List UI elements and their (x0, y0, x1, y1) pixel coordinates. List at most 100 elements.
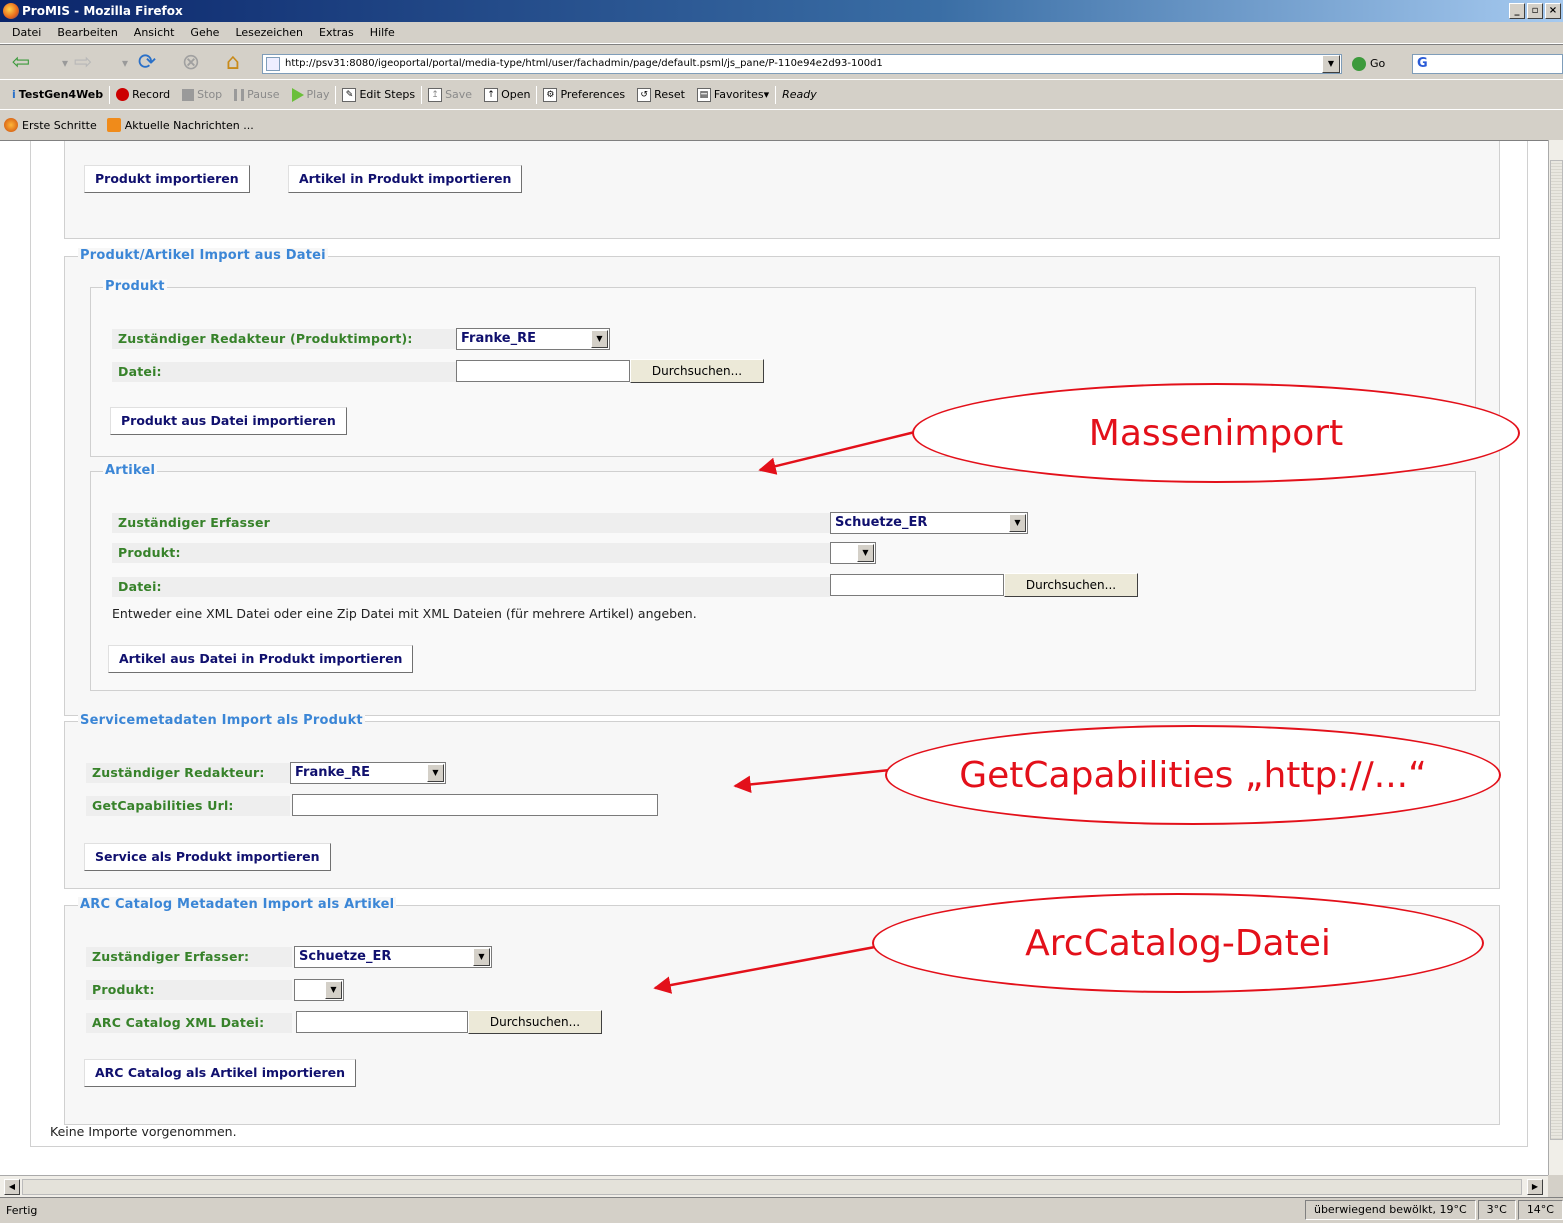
artikel-datei-input[interactable] (830, 574, 1004, 596)
page-content: Produkt importieren Artikel in Produkt i… (0, 140, 1548, 1175)
record-label: Record (132, 88, 171, 101)
scroll-left-icon[interactable]: ◀ (4, 1179, 20, 1195)
stop-square-icon (182, 88, 195, 101)
firefox-logo-icon (3, 3, 19, 19)
testgen-title: i TestGen4Web (6, 88, 109, 101)
go-button[interactable]: Go (1352, 55, 1385, 73)
menu-bearbeiten[interactable]: Bearbeiten (49, 26, 125, 39)
service-redakteur-select[interactable]: Franke_RE ▼ (290, 762, 446, 784)
menu-lesezeichen[interactable]: Lesezeichen (227, 26, 311, 39)
stop-button[interactable]: Stop (176, 88, 228, 101)
weather-temp-3[interactable]: 14°C (1517, 1200, 1563, 1220)
produkt-legend: Produkt (103, 279, 167, 295)
close-button[interactable]: × (1545, 3, 1561, 19)
arc-als-artikel-importieren-button[interactable]: ARC Catalog als Artikel importieren (84, 1059, 357, 1087)
select-value: Schuetze_ER (835, 515, 928, 530)
arc-erfasser-select[interactable]: Schuetze_ER ▼ (294, 946, 492, 968)
scrollbar-thumb[interactable] (1550, 160, 1563, 1140)
vertical-scrollbar[interactable] (1548, 140, 1563, 1175)
favorites-button[interactable]: ▤ Favorites▾ (691, 87, 775, 102)
produkt-datei-input[interactable] (456, 360, 630, 382)
status-bar: Fertig überwiegend bewölkt, 19°C 3°C 14°… (0, 1197, 1563, 1223)
arc-produkt-select[interactable]: ▼ (294, 979, 344, 1001)
getcapabilities-url-input[interactable] (292, 794, 658, 816)
produkt-durchsuchen-button[interactable]: Durchsuchen... (630, 359, 764, 383)
preferences-button[interactable]: ⚙ Preferences (537, 87, 631, 102)
chevron-down-icon: ▼ (857, 544, 874, 562)
save-icon: ↥ (428, 87, 443, 102)
maximize-button[interactable]: ▫ (1527, 3, 1543, 19)
artikel-hint-text: Entweder eine XML Datei oder eine Zip Da… (112, 606, 697, 621)
produkt-importieren-button[interactable]: Produkt importieren (84, 165, 250, 193)
horizontal-scrollbar[interactable]: ◀ ▶ (0, 1175, 1548, 1197)
open-label: Open (501, 88, 531, 101)
pause-button[interactable]: Pause (228, 88, 285, 101)
artikel-legend: Artikel (103, 463, 158, 479)
navigation-toolbar: ⇦ ▾ ⇨ ▾ ⟳ ⊗ ⌂ http://psv31:8080/igeoport… (0, 44, 1563, 80)
produkt-redakteur-select[interactable]: Franke_RE ▼ (456, 328, 610, 350)
arc-datei-label: ARC Catalog XML Datei: (86, 1013, 292, 1033)
scroll-right-icon[interactable]: ▶ (1527, 1179, 1543, 1195)
minimize-button[interactable]: _ (1509, 3, 1525, 19)
menu-datei[interactable]: Datei (4, 26, 49, 39)
menu-bar: Datei Bearbeiten Ansicht Gehe Lesezeiche… (0, 22, 1563, 44)
testgen-toolbar: i TestGen4Web Record Stop Pause Play ✎ Edi… (0, 80, 1563, 110)
menu-gehe[interactable]: Gehe (182, 26, 227, 39)
bookmark-erste-schritte[interactable]: Erste Schritte (4, 118, 97, 132)
arc-produkt-label: Produkt: (86, 980, 292, 1000)
getcapabilities-url-label: GetCapabilities Url: (86, 796, 290, 816)
stop-icon[interactable]: ⊗ (178, 50, 204, 76)
status-message: Keine Importe vorgenommen. (50, 1124, 237, 1139)
rss-icon (106, 118, 121, 132)
record-icon (116, 88, 130, 101)
page-icon (266, 57, 280, 71)
testgen-status: Ready (782, 88, 817, 101)
save-button[interactable]: ↥ Save (422, 87, 478, 102)
play-button[interactable]: Play (286, 87, 336, 102)
chevron-down-icon: ▼ (591, 330, 608, 348)
status-panels: überwiegend bewölkt, 19°C 3°C 14°C (1303, 1200, 1563, 1220)
go-icon (1352, 57, 1366, 71)
pause-icon (234, 88, 245, 101)
back-icon[interactable]: ⇦ (8, 50, 34, 76)
favorites-label: Favorites▾ (713, 88, 770, 101)
edit-steps-label: Edit Steps (359, 88, 416, 101)
service-redakteur-label: Zuständiger Redakteur: (86, 763, 290, 783)
artikel-datei-label: Datei: (112, 577, 830, 597)
massenimport-callout: Massenimport (912, 383, 1520, 483)
forward-icon[interactable]: ⇨ (70, 50, 96, 76)
window-title: ProMIS - Mozilla Firefox (22, 4, 183, 18)
preferences-label: Preferences (560, 88, 626, 101)
weather-temp-2[interactable]: 3°C (1477, 1200, 1516, 1220)
url-input[interactable]: http://psv31:8080/igeoportal/portal/medi… (262, 54, 1342, 74)
bookmark-aktuelle-nachrichten[interactable]: Aktuelle Nachrichten ... (106, 118, 254, 132)
scrollbar-thumb[interactable] (22, 1179, 1522, 1195)
reset-label: Reset (654, 88, 685, 101)
produkt-aus-datei-importieren-button[interactable]: Produkt aus Datei importieren (110, 407, 347, 435)
artikel-produkt-select[interactable]: ▼ (830, 542, 876, 564)
window-controls: _ ▫ × (1509, 3, 1561, 19)
arc-durchsuchen-button[interactable]: Durchsuchen... (468, 1010, 602, 1034)
artikel-erfasser-label: Zuständiger Erfasser (112, 513, 830, 533)
open-button[interactable]: ↑ Open (478, 87, 536, 102)
home-icon[interactable]: ⌂ (220, 50, 246, 76)
menu-ansicht[interactable]: Ansicht (126, 26, 183, 39)
reload-icon[interactable]: ⟳ (134, 50, 160, 76)
menu-extras[interactable]: Extras (311, 26, 362, 39)
record-button[interactable]: Record (110, 88, 176, 101)
weather-status[interactable]: überwiegend bewölkt, 19°C (1304, 1200, 1476, 1220)
url-dropdown-icon[interactable]: ▼ (1322, 55, 1340, 73)
artikel-produkt-label: Produkt: (112, 543, 830, 563)
artikel-durchsuchen-button[interactable]: Durchsuchen... (1004, 573, 1138, 597)
artikel-erfasser-select[interactable]: Schuetze_ER ▼ (830, 512, 1028, 534)
menu-hilfe[interactable]: Hilfe (362, 26, 403, 39)
save-label: Save (445, 88, 473, 101)
artikel-in-produkt-importieren-button[interactable]: Artikel in Produkt importieren (288, 165, 523, 193)
pause-label: Pause (247, 88, 280, 101)
artikel-aus-datei-importieren-button[interactable]: Artikel aus Datei in Produkt importieren (108, 645, 414, 673)
edit-steps-button[interactable]: ✎ Edit Steps (336, 87, 421, 102)
service-als-produkt-importieren-button[interactable]: Service als Produkt importieren (84, 843, 331, 871)
arc-datei-input[interactable] (296, 1011, 468, 1033)
reset-button[interactable]: ↺ Reset (631, 87, 691, 102)
search-input[interactable]: G (1412, 54, 1563, 74)
